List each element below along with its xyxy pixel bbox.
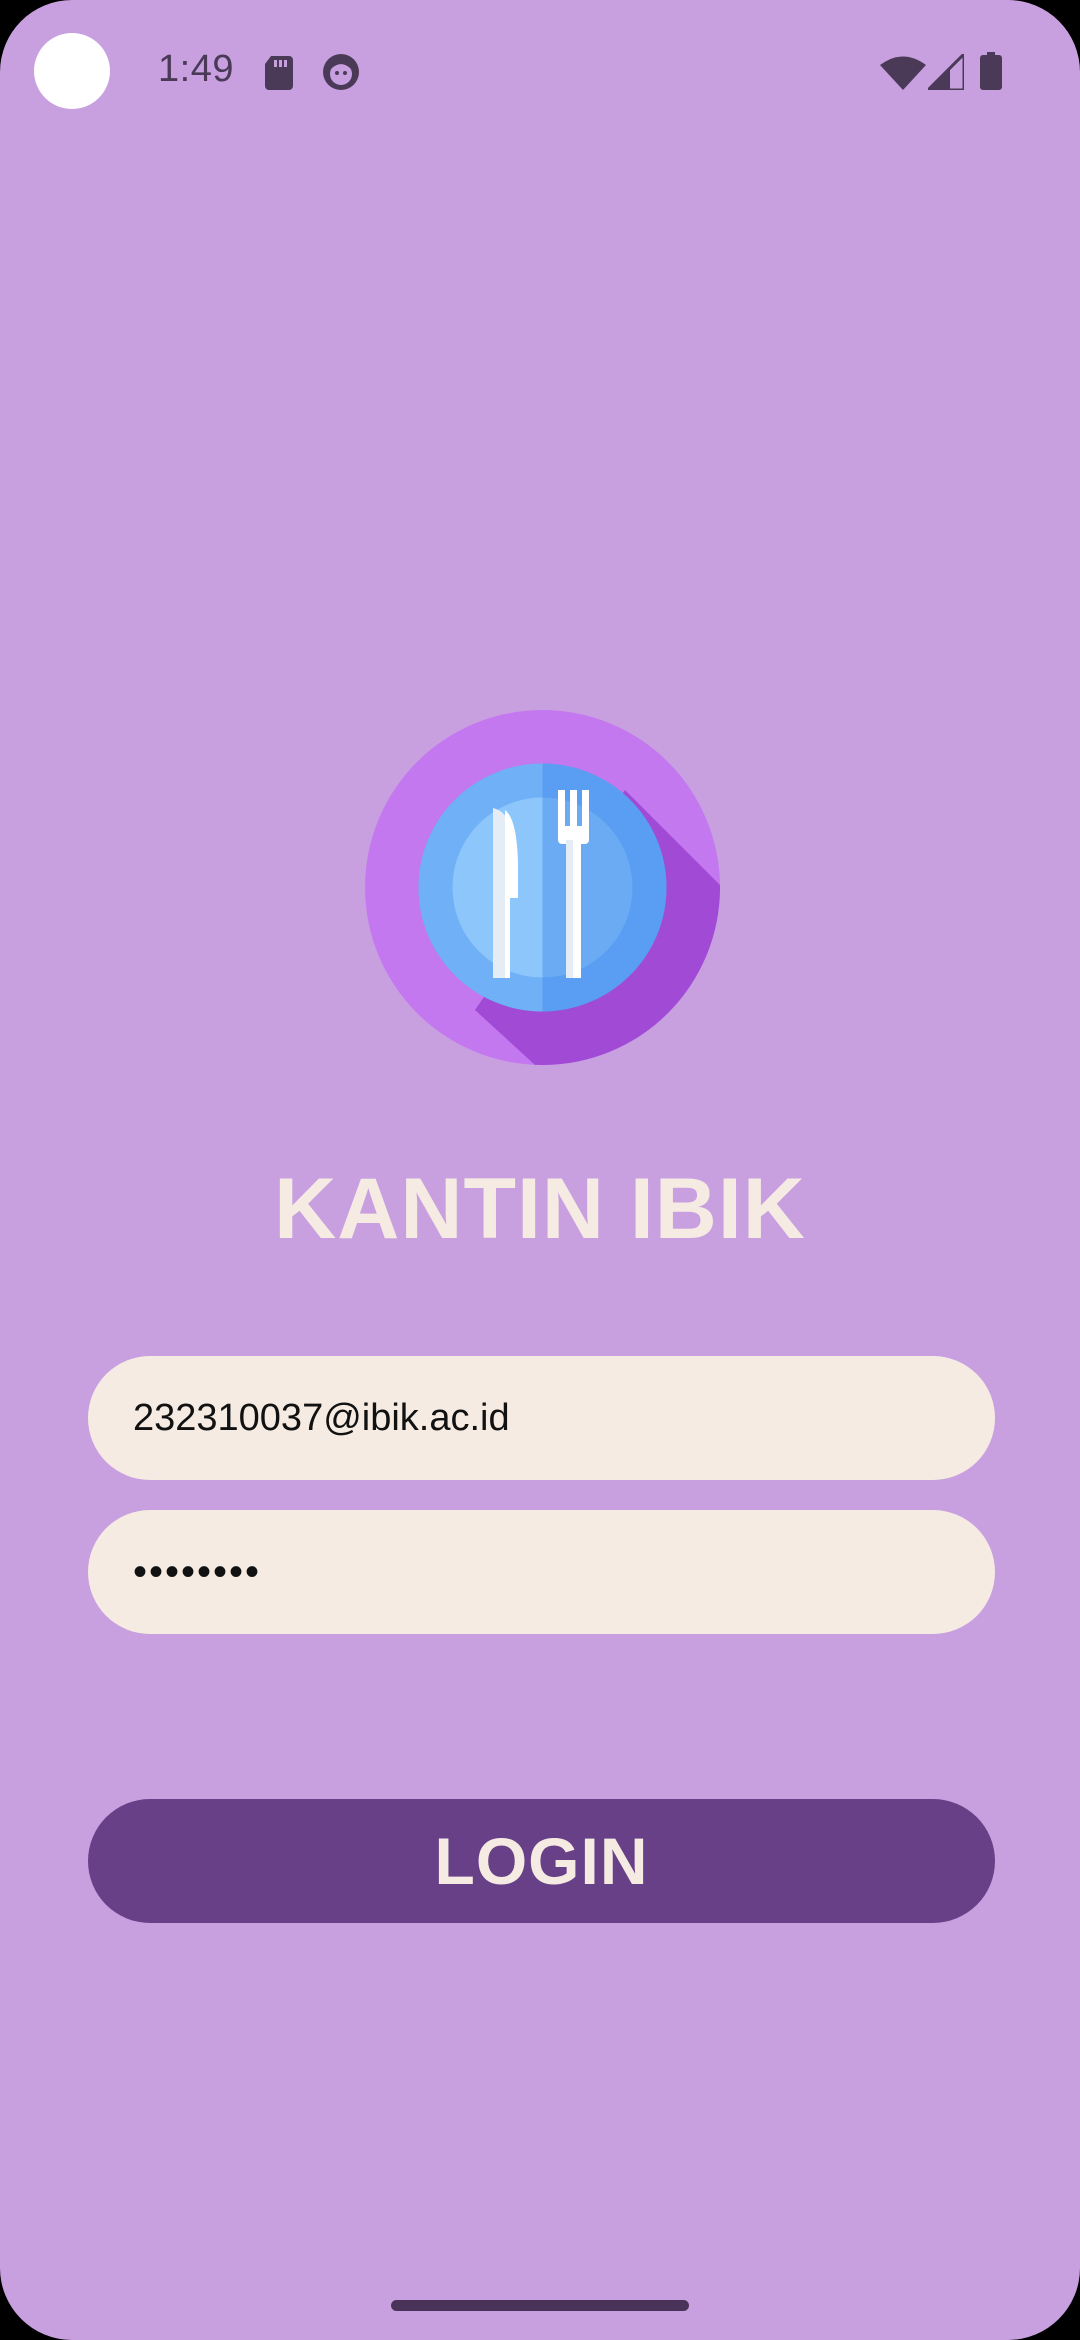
status-time: 1:49 (158, 48, 234, 90)
status-bar: 1:49 (0, 0, 1080, 140)
sd-card-icon (265, 56, 293, 90)
signal-icon (928, 54, 964, 90)
battery-icon (980, 52, 1002, 90)
login-button-label: LOGIN (434, 1824, 649, 1898)
login-button[interactable]: LOGIN (88, 1799, 995, 1923)
password-field[interactable]: •••••••• (88, 1510, 995, 1634)
email-field[interactable]: 232310037@ibik.ac.id (88, 1356, 995, 1480)
face-icon (323, 54, 359, 90)
wifi-icon (880, 56, 926, 90)
home-indicator[interactable] (391, 2300, 689, 2311)
app-title: KANTIN IBIK (274, 1161, 806, 1257)
login-screen: 1:49 KANTIN IBIK 232310037@ibik.ac.id ••… (0, 0, 1080, 2340)
plate-knife-fork-icon (365, 710, 720, 1065)
email-field-value: 232310037@ibik.ac.id (133, 1396, 510, 1439)
front-camera-cutout (34, 33, 110, 109)
password-field-value: •••••••• (133, 1549, 262, 1594)
